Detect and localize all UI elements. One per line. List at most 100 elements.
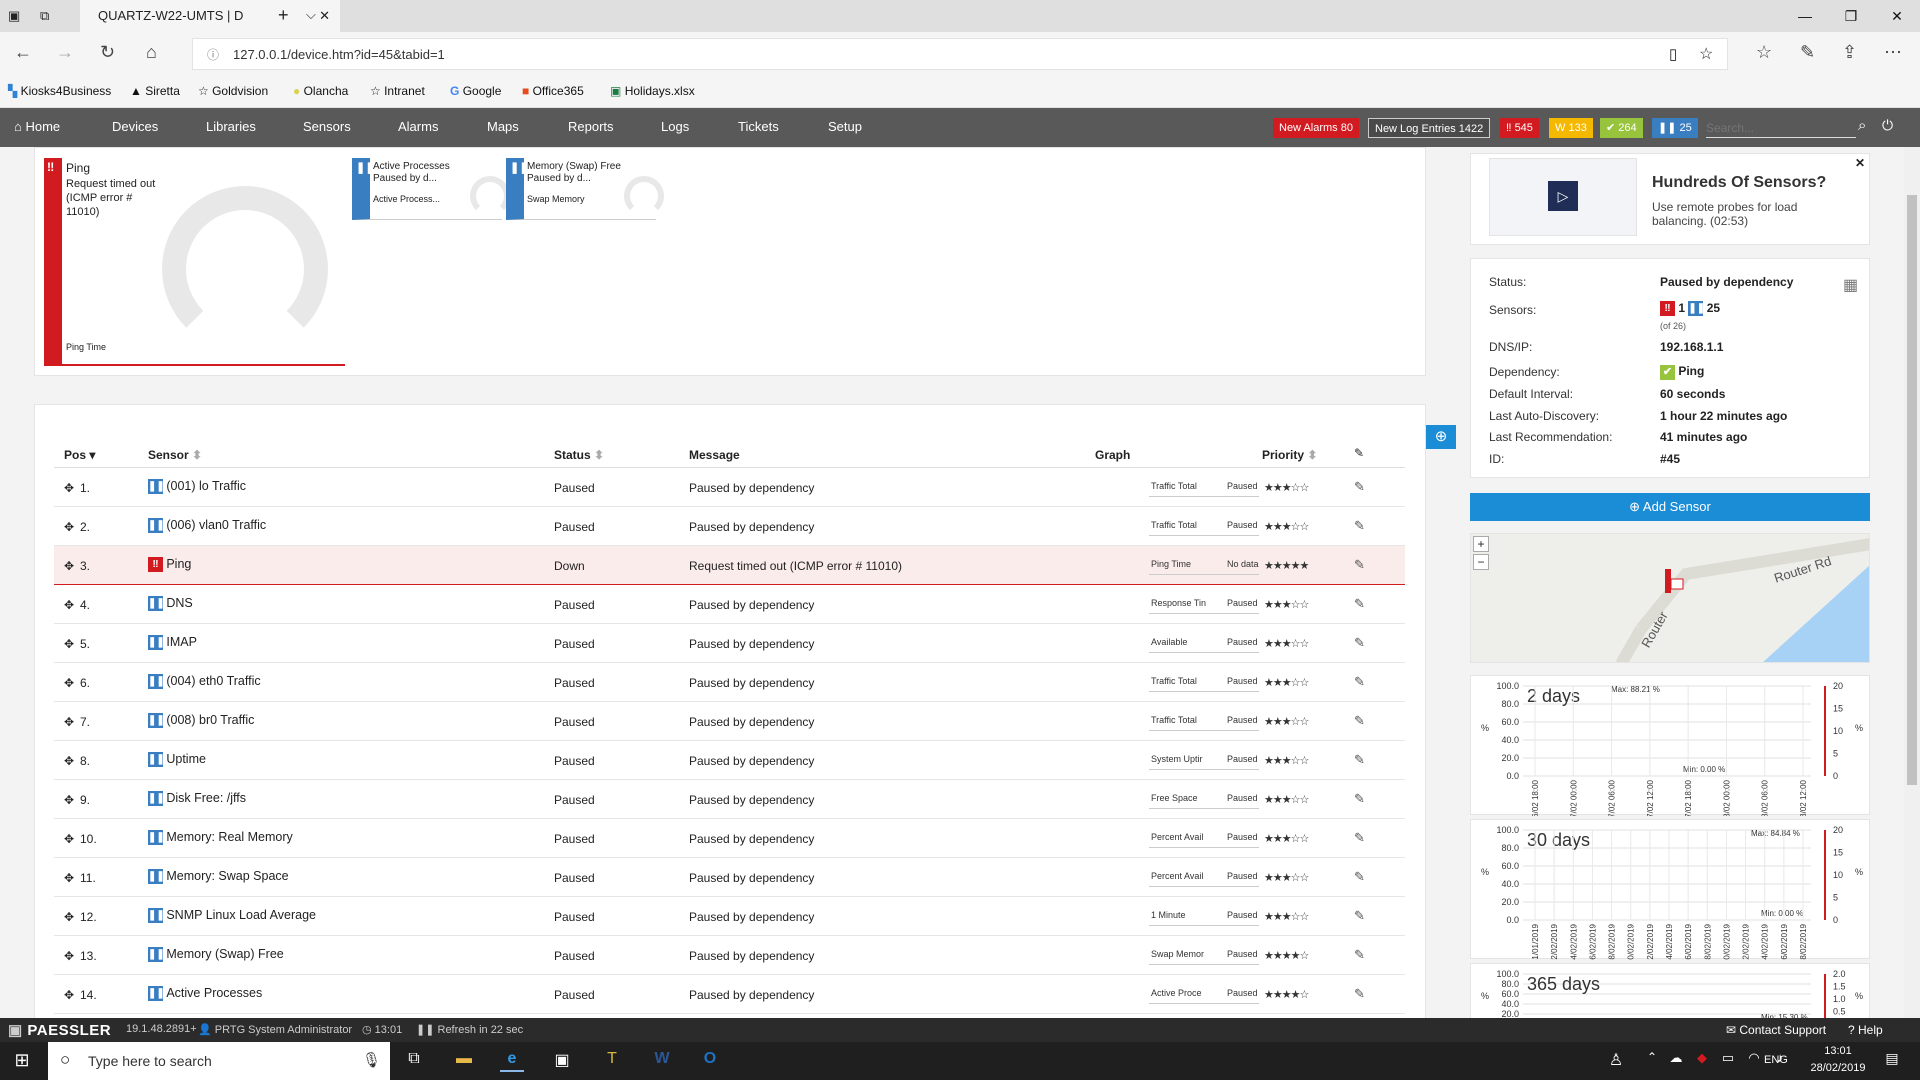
row-edit-icon[interactable]: ✎ <box>1354 596 1365 612</box>
home-icon[interactable]: ⌂ <box>146 42 157 63</box>
edit-columns-icon[interactable]: ✎ <box>1354 446 1364 460</box>
promo-thumbnail[interactable]: ▷ <box>1489 158 1637 236</box>
app-t-icon[interactable]: T <box>600 1050 624 1072</box>
drag-handle-icon[interactable]: ✥ <box>64 637 74 651</box>
back-icon[interactable]: ← <box>14 42 32 63</box>
drag-handle-icon[interactable]: ✥ <box>64 949 74 963</box>
onedrive-icon[interactable]: ☁ <box>1664 1050 1688 1072</box>
close-window-icon[interactable]: ✕ <box>1874 0 1920 32</box>
info-icon[interactable]: ⓘ <box>207 46 219 63</box>
drag-handle-icon[interactable]: ✥ <box>64 598 74 612</box>
table-row[interactable]: ✥ 11. ❚❚ Memory: Swap Space Paused Paused by… <box>54 858 1405 897</box>
row-priority-stars[interactable]: ★★★☆☆ <box>1264 832 1309 845</box>
play-icon[interactable]: ▷ <box>1548 181 1578 211</box>
page-scrollbar[interactable] <box>1904 147 1920 1018</box>
language-indicator[interactable]: ENG <box>1764 1054 1788 1066</box>
drag-handle-icon[interactable]: ✥ <box>64 988 74 1002</box>
restore-icon[interactable]: ❐ <box>1828 0 1874 32</box>
dependency-link[interactable]: ✔ Ping <box>1660 364 1704 380</box>
add-sensor-button[interactable]: ⊕ Add Sensor <box>1470 493 1870 521</box>
row-edit-icon[interactable]: ✎ <box>1354 908 1365 924</box>
row-sensor-link[interactable]: ❚❚ Uptime <box>148 752 206 768</box>
row-sensor-link[interactable]: ❚❚ SNMP Linux Load Average <box>148 908 316 924</box>
row-edit-icon[interactable]: ✎ <box>1354 830 1365 846</box>
row-sensor-link[interactable]: ‼ Ping <box>148 557 191 573</box>
row-priority-stars[interactable]: ★★★★★ <box>1264 559 1309 572</box>
row-edit-icon[interactable]: ✎ <box>1354 518 1365 534</box>
table-row[interactable]: ✥ 12. ❚❚ SNMP Linux Load Average Paused Paus… <box>54 897 1405 936</box>
row-priority-stars[interactable]: ★★★★☆ <box>1264 949 1309 962</box>
contact-support-link[interactable]: ✉ Contact Support <box>1726 1023 1826 1037</box>
drag-handle-icon[interactable]: ✥ <box>64 871 74 885</box>
battery-icon[interactable]: ▭ <box>1716 1050 1740 1072</box>
nav-sensors[interactable]: Sensors <box>303 119 351 134</box>
paessler-logo[interactable]: ▣ PAESSLER <box>8 1021 111 1039</box>
chart-2-days[interactable]: 100.0 80.0 60.0 40.0 20.0 0.0 20 15 10 5 0%% 2 days… <box>1470 675 1870 822</box>
row-edit-icon[interactable]: ✎ <box>1354 674 1365 690</box>
row-mini-graph[interactable]: Traffic Total Paused <box>1149 674 1259 692</box>
set-aside-tabs-icon[interactable]: ⧉ <box>40 8 49 24</box>
nav-alarms[interactable]: Alarms <box>398 119 438 134</box>
row-sensor-link[interactable]: ❚❚ (008) br0 Traffic <box>148 713 254 729</box>
minimize-icon[interactable]: — <box>1782 0 1828 32</box>
outlook-icon[interactable]: O <box>698 1050 722 1072</box>
table-row[interactable]: ✥ 2. ❚❚ (006) vlan0 Traffic Paused Paused by… <box>54 507 1405 546</box>
row-mini-graph[interactable]: Percent Avail Paused <box>1149 869 1259 887</box>
task-view-icon[interactable]: ⧉ <box>402 1050 426 1072</box>
file-explorer-icon[interactable]: ▬ <box>452 1050 476 1072</box>
row-edit-icon[interactable]: ✎ <box>1354 791 1365 807</box>
table-row[interactable]: ✥ 7. ❚❚ (008) br0 Traffic Paused Paused by d… <box>54 702 1405 741</box>
warning-count-badge[interactable]: W 133 <box>1549 118 1593 138</box>
row-sensor-link[interactable]: ❚❚ Active Processes <box>148 986 262 1002</box>
favorite-holidays[interactable]: ▣ Holidays.xlsx <box>610 84 695 98</box>
drag-handle-icon[interactable]: ✥ <box>64 910 74 924</box>
row-edit-icon[interactable]: ✎ <box>1354 947 1365 963</box>
drag-handle-icon[interactable]: ✥ <box>64 676 74 690</box>
row-sensor-link[interactable]: ❚❚ (001) lo Traffic <box>148 479 246 495</box>
new-tab-icon[interactable]: + <box>278 5 289 26</box>
row-priority-stars[interactable]: ★★★☆☆ <box>1264 676 1309 689</box>
refresh-text[interactable]: ❚❚ Refresh in 22 sec <box>416 1023 523 1036</box>
store-icon[interactable]: ▣ <box>550 1050 574 1072</box>
nav-maps[interactable]: Maps <box>487 119 519 134</box>
table-row[interactable]: ✥ 5. ❚❚ IMAP Paused Paused by dependency Avai… <box>54 624 1405 663</box>
forward-icon[interactable]: → <box>56 42 74 63</box>
col-pos-header[interactable]: Pos ▾ <box>64 448 95 462</box>
row-mini-graph[interactable]: Percent Avail Paused <box>1149 830 1259 848</box>
row-mini-graph[interactable]: Free Space Paused <box>1149 791 1259 809</box>
search-icon[interactable]: ⌕ <box>1858 117 1866 134</box>
row-priority-stars[interactable]: ★★★☆☆ <box>1264 520 1309 533</box>
row-priority-stars[interactable]: ★★★★☆ <box>1264 988 1309 1001</box>
row-edit-icon[interactable]: ✎ <box>1354 557 1365 573</box>
table-row[interactable]: ✥ 10. ❚❚ Memory: Real Memory Paused Paused b… <box>54 819 1405 858</box>
table-row[interactable]: ✥ 14. ❚❚ Active Processes Paused Paused by d… <box>54 975 1405 1014</box>
sensors-value[interactable]: ‼ 1 ❚❚ 25 <box>1660 301 1720 317</box>
browser-tab-active[interactable]: QUARTZ-W22-UMTS | D ✕ <box>80 0 340 32</box>
row-mini-graph[interactable]: Active Proce Paused <box>1149 986 1259 1004</box>
row-mini-graph[interactable]: Traffic Total Paused <box>1149 518 1259 536</box>
table-row[interactable]: ✥ 3. ‼ Ping Down Request timed out (ICMP err… <box>54 546 1405 585</box>
close-tab-icon[interactable]: ✕ <box>319 0 330 32</box>
row-mini-graph[interactable]: Swap Memor Paused <box>1149 947 1259 965</box>
chart-365-days[interactable]: 100.0 80.0 60.0 40.0 20.0 2.0 1.5 1.0 0.5%% 365 d… <box>1470 963 1870 1018</box>
row-sensor-link[interactable]: ❚❚ Memory: Real Memory <box>148 830 293 846</box>
row-priority-stars[interactable]: ★★★☆☆ <box>1264 793 1309 806</box>
share-icon[interactable]: ⇪ <box>1842 42 1857 63</box>
row-mini-graph[interactable]: Traffic Total Paused <box>1149 479 1259 497</box>
tab-list-icon[interactable]: ⌵ <box>306 7 316 23</box>
nav-tickets[interactable]: Tickets <box>738 119 779 134</box>
people-icon[interactable]: ♙ <box>1604 1050 1628 1072</box>
row-priority-stars[interactable]: ★★★☆☆ <box>1264 715 1309 728</box>
table-row[interactable]: ✥ 13. ❚❚ Memory (Swap) Free Paused Paused by… <box>54 936 1405 975</box>
table-row[interactable]: ✥ 9. ❚❚ Disk Free: /jffs Paused Paused by de… <box>54 780 1405 819</box>
tab-actions-icon[interactable]: ▣ <box>8 8 20 24</box>
location-map[interactable]: Router Rd Router + − <box>1470 533 1870 663</box>
map-zoom-out-button[interactable]: − <box>1473 554 1489 570</box>
search-input[interactable] <box>1706 118 1856 138</box>
favorite-intranet[interactable]: ☆ Intranet <box>370 84 425 98</box>
microphone-icon[interactable]: 🎙 <box>362 1051 381 1069</box>
drag-handle-icon[interactable]: ✥ <box>64 520 74 534</box>
nav-setup[interactable]: Setup <box>828 119 862 134</box>
row-priority-stars[interactable]: ★★★☆☆ <box>1264 481 1309 494</box>
row-mini-graph[interactable]: Traffic Total Paused <box>1149 713 1259 731</box>
